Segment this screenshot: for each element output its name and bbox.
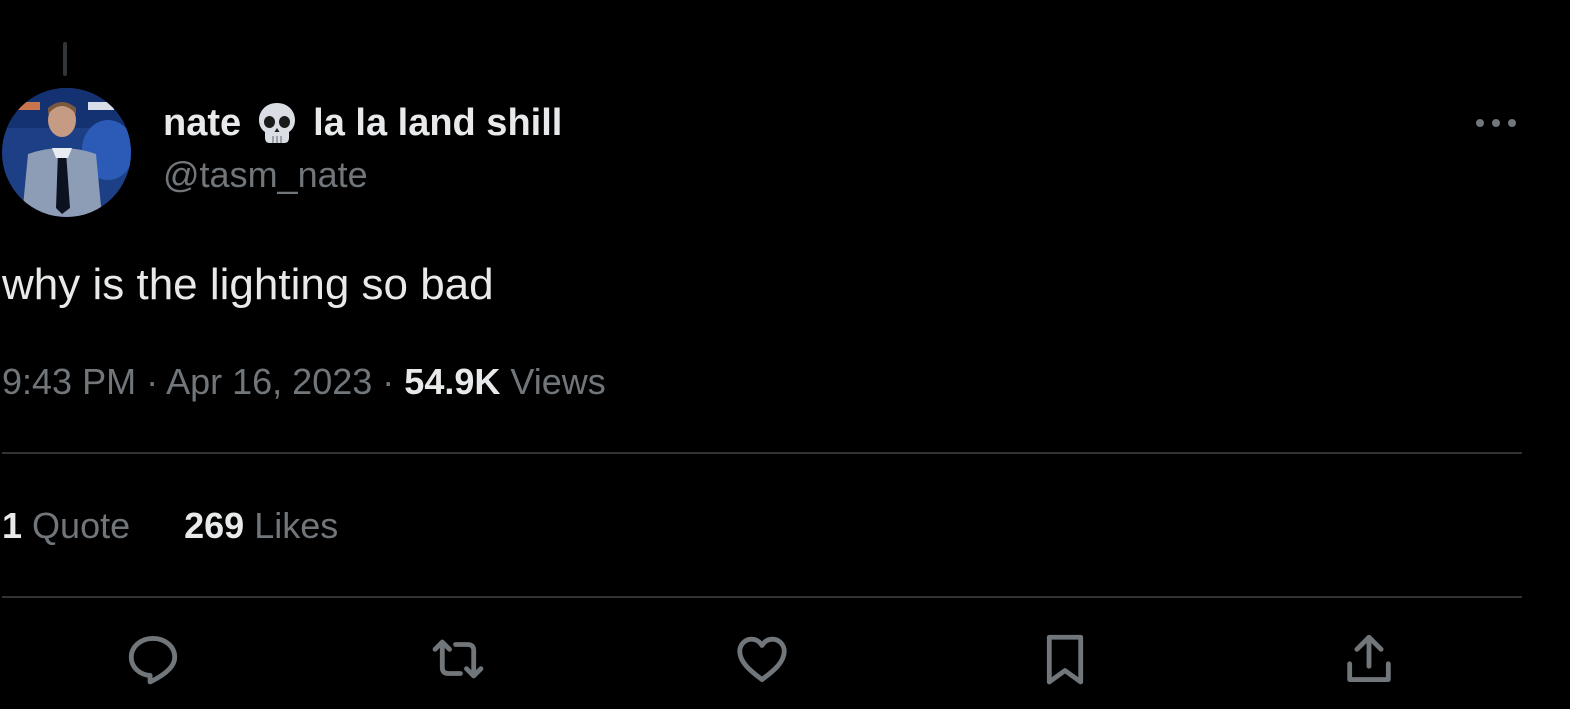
avatar[interactable] [2, 88, 131, 217]
thread-connector-line [63, 42, 67, 76]
share-button[interactable] [1336, 626, 1402, 692]
display-name-part2: la la land shill [313, 101, 563, 144]
retweet-icon [432, 639, 484, 679]
reply-icon [128, 636, 178, 685]
like-heart-icon [737, 636, 787, 682]
like-button[interactable] [729, 626, 795, 692]
bookmark-icon [1046, 634, 1084, 685]
more-options-button[interactable] [1470, 106, 1522, 140]
reply-button[interactable] [120, 626, 186, 692]
likes-label: Likes [254, 505, 339, 546]
divider [2, 452, 1522, 454]
engagement-stats: 1 Quote 269 Likes [2, 505, 338, 547]
more-dots-icon [1476, 119, 1516, 127]
share-icon [1347, 634, 1391, 682]
meta-separator: · [382, 361, 395, 402]
meta-separator: · [146, 361, 159, 402]
quotes-label: Quote [32, 505, 131, 546]
tweet-text: why is the lighting so bad [2, 260, 494, 309]
avatar-image [2, 88, 131, 217]
tweet-date[interactable]: Apr 16, 2023 [166, 361, 372, 402]
quotes-count: 1 [2, 505, 23, 546]
retweet-button[interactable] [425, 626, 491, 692]
likes-stat[interactable]: 269 Likes [184, 505, 338, 547]
bookmark-button[interactable] [1032, 626, 1098, 692]
tweet-metadata: 9:43 PM · Apr 16, 2023 · 54.9K Views [2, 361, 606, 403]
user-handle[interactable]: @tasm_nate [163, 154, 368, 196]
views-label: Views [510, 361, 606, 402]
skull-emoji-icon [254, 100, 300, 146]
divider [2, 596, 1522, 598]
display-name-part1: nate [163, 101, 242, 144]
display-name[interactable]: nate la la land shill [163, 98, 562, 148]
tweet-time[interactable]: 9:43 PM [2, 361, 136, 402]
views-count: 54.9K [404, 361, 501, 402]
likes-count: 269 [184, 505, 245, 546]
quotes-stat[interactable]: 1 Quote [2, 505, 130, 547]
